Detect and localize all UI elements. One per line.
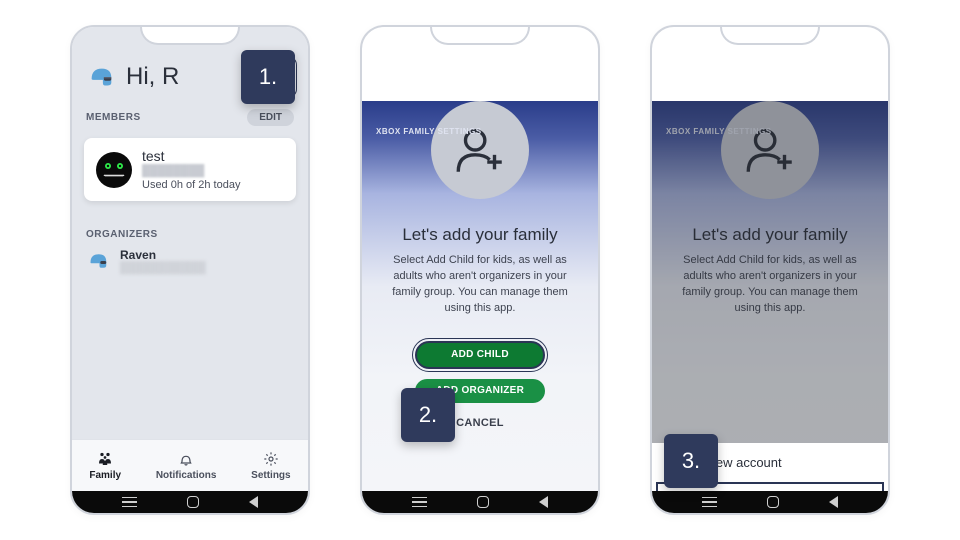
nav-home-icon[interactable]	[187, 496, 199, 508]
android-nav-bar	[362, 491, 598, 513]
phone-notch	[430, 25, 530, 45]
tab-family-label: Family	[89, 470, 121, 481]
tab-family[interactable]: Family	[89, 450, 121, 481]
nav-home-icon[interactable]	[767, 496, 779, 508]
tab-settings[interactable]: Settings	[251, 450, 290, 481]
organizer-avatar-helmet-icon	[86, 249, 110, 273]
screen-content: XBOX FAMILY SETTINGS Let's add your fami…	[652, 27, 888, 491]
screen-content: XBOX FAMILY SETTINGS Let's add your fami…	[362, 27, 598, 491]
tab-notifications-label: Notifications	[156, 470, 217, 481]
add-child-button[interactable]: ADD CHILD	[415, 341, 545, 369]
gear-icon	[262, 450, 280, 468]
nav-back-icon[interactable]	[249, 496, 258, 508]
nav-back-icon[interactable]	[539, 496, 548, 508]
nav-recent-icon[interactable]	[412, 497, 427, 508]
tab-settings-label: Settings	[251, 470, 290, 481]
step-badge-1: 1.	[241, 50, 295, 104]
family-icon	[96, 450, 114, 468]
modal-backdrop[interactable]	[652, 101, 888, 491]
add-family-title: Let's add your family	[362, 225, 598, 245]
nav-recent-icon[interactable]	[122, 497, 137, 508]
member-avatar-icon	[96, 152, 132, 188]
organizer-subtext-redacted: ███████████	[120, 262, 206, 274]
user-avatar-helmet-icon	[86, 62, 116, 92]
android-nav-bar	[72, 491, 308, 513]
person-add-large-icon	[431, 101, 529, 199]
organizer-name: Raven	[120, 248, 206, 262]
add-family-screen: XBOX FAMILY SETTINGS Let's add your fami…	[362, 101, 598, 491]
edit-button[interactable]: EDIT	[247, 109, 294, 126]
organizer-info: Raven ███████████	[120, 248, 206, 274]
greeting-text: Hi, R	[126, 63, 248, 91]
step-badge-2: 2.	[401, 388, 455, 442]
bottom-tab-bar: Family Notifications Settings	[72, 439, 308, 491]
bell-icon	[177, 450, 195, 468]
member-info: test ████████ Used 0h of 2h today	[142, 148, 284, 191]
phone-notch	[140, 25, 240, 45]
member-card[interactable]: test ████████ Used 0h of 2h today	[84, 138, 296, 201]
nav-home-icon[interactable]	[477, 496, 489, 508]
nav-back-icon[interactable]	[829, 496, 838, 508]
app-title: XBOX FAMILY SETTINGS	[376, 127, 482, 136]
organizer-row[interactable]: Raven ███████████	[72, 246, 308, 276]
step-badge-3: 3.	[664, 434, 718, 488]
add-family-description: Select Add Child for kids, as well as ad…	[362, 245, 598, 317]
members-label: MEMBERS	[86, 112, 141, 123]
members-section-header: MEMBERS EDIT	[72, 105, 308, 130]
cancel-button[interactable]: CANCEL	[362, 417, 598, 429]
organizers-label: ORGANIZERS	[72, 209, 308, 246]
member-subtext-redacted: ████████	[142, 165, 284, 177]
member-name: test	[142, 148, 284, 164]
android-nav-bar	[652, 491, 888, 513]
phone-notch	[720, 25, 820, 45]
phone-screen-2: XBOX FAMILY SETTINGS Let's add your fami…	[360, 25, 600, 515]
tab-notifications[interactable]: Notifications	[156, 450, 217, 481]
member-usage: Used 0h of 2h today	[142, 179, 284, 191]
add-family-screen-dimmed: XBOX FAMILY SETTINGS Let's add your fami…	[652, 101, 888, 491]
nav-recent-icon[interactable]	[702, 497, 717, 508]
